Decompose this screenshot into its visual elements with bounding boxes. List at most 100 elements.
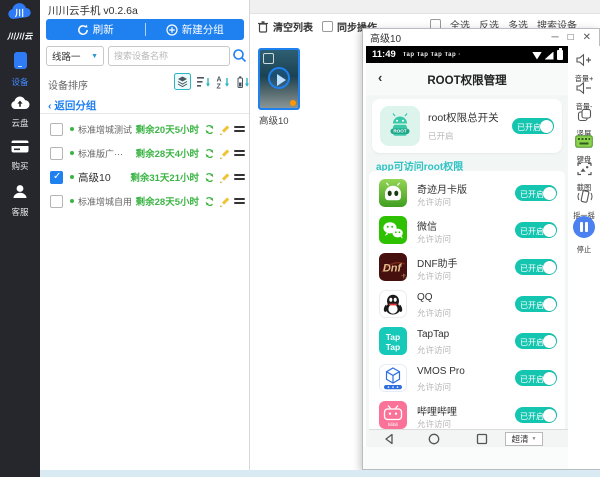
device-row[interactable]: 标准增城自用 剩余28天5小时 — [40, 189, 249, 213]
maximize-button[interactable]: □ — [568, 33, 574, 43]
app-row[interactable]: 微信 允许访问 已开启 — [369, 212, 565, 249]
app-toggle-on[interactable]: 已开启 — [515, 259, 557, 275]
phone-screen[interactable]: 11:49 Tap Tap Tap Tap · ‹ ROOT权限管理 — [366, 46, 568, 447]
volume-down-icon — [576, 81, 593, 95]
thumbnail-checkbox[interactable] — [263, 53, 274, 64]
refresh-button[interactable]: 刷新 — [46, 19, 145, 40]
tool-volume-up[interactable]: 音量+ — [568, 53, 600, 84]
app-toggle-on[interactable]: 已开启 — [515, 222, 557, 238]
app-permission-state: 允许访问 — [417, 233, 451, 245]
device-icon — [14, 52, 27, 69]
top-strip — [250, 0, 600, 14]
android-status-bar: 11:49 Tap Tap Tap Tap · — [366, 46, 568, 63]
battery-sort-icon[interactable] — [236, 75, 251, 89]
edit-pencil-icon[interactable] — [219, 148, 230, 159]
line-select[interactable]: 线路一 ▼ — [46, 46, 104, 66]
root-robot-icon: ROOT — [380, 106, 420, 146]
clear-list-button[interactable]: 清空列表 — [257, 19, 313, 34]
main-sidebar: 川 川川云 设备 云盘 购买 客服 — [0, 0, 40, 477]
status-dot-icon — [290, 100, 296, 106]
menu-icon[interactable] — [234, 172, 245, 182]
edit-pencil-icon[interactable] — [219, 124, 230, 135]
device-checkbox-checked[interactable] — [50, 171, 63, 184]
app-row[interactable]: VMOS Pro 允许访问 已开启 — [369, 360, 565, 397]
app-row[interactable]: TapTap TapTap 允许访问 已开启 — [369, 323, 565, 360]
chevron-down-icon: ▼ — [91, 53, 98, 60]
sidebar-item-cloud-disk[interactable]: 云盘 — [0, 96, 40, 129]
sort-icon-group: AZ — [174, 73, 251, 90]
app-row[interactable]: Dnf卡 DNF助手 允许访问 已开启 — [369, 249, 565, 286]
renew-icon[interactable] — [204, 148, 215, 159]
new-group-button[interactable]: 新建分组 — [146, 19, 245, 40]
device-row[interactable]: 标准增城测试 剩余20天5小时 — [40, 117, 249, 141]
play-icon[interactable] — [268, 67, 290, 89]
toggle-label: 已开启 — [520, 411, 544, 422]
renew-icon[interactable] — [204, 172, 215, 183]
svg-text:川: 川 — [14, 8, 24, 18]
sync-checkbox[interactable] — [322, 21, 333, 32]
layer-sort-icon[interactable] — [174, 73, 191, 90]
phone-tool-rail: 音量+ 音量- 竖屏 键盘 截图 摇一摇 — [568, 46, 600, 469]
sidebar-item-support[interactable]: 客服 — [0, 184, 40, 218]
tool-keyboard[interactable]: 键盘 — [568, 135, 600, 165]
sidebar-item-label: 云盘 — [0, 117, 40, 129]
back-to-groups-link[interactable]: ‹ 返回分组 — [48, 98, 96, 113]
device-row-selected[interactable]: 高级10 剩余31天21小时 — [40, 165, 249, 189]
device-remaining: 剩余28天5小时 — [136, 194, 199, 208]
stop-pause-icon[interactable] — [573, 216, 595, 238]
online-dot-icon — [70, 127, 74, 131]
toggle-knob — [543, 372, 556, 385]
divider — [40, 113, 249, 114]
quality-select[interactable]: 超清▼ — [505, 432, 543, 446]
app-row[interactable]: bilibili 哔哩哔哩 允许访问 已开启 — [369, 397, 565, 429]
nav-home-icon[interactable] — [428, 433, 440, 445]
minimize-button[interactable]: ─ — [551, 33, 558, 43]
phone-window-titlebar[interactable]: 高级10 ─ □ ✕ — [363, 29, 599, 46]
renew-icon[interactable] — [204, 196, 215, 207]
app-toggle-on[interactable]: 已开启 — [515, 296, 557, 312]
sidebar-item-devices[interactable]: 设备 — [0, 52, 40, 88]
toggle-label: 已开启 — [517, 122, 541, 133]
alpha-sort-icon[interactable]: AZ — [216, 75, 231, 89]
clock: 11:49 — [372, 49, 396, 60]
keyboard-icon — [575, 135, 593, 148]
app-toggle-on[interactable]: 已开启 — [515, 333, 557, 349]
renew-icon[interactable] — [204, 124, 215, 135]
rotate-screen-icon — [577, 108, 592, 122]
list-sort-icon[interactable] — [196, 75, 211, 89]
logo-text: 川川云 — [7, 32, 33, 41]
edit-pencil-icon[interactable] — [219, 172, 230, 183]
device-checkbox[interactable] — [50, 123, 63, 136]
sidebar-item-buy[interactable]: 购买 — [0, 140, 40, 172]
nav-recents-icon[interactable] — [476, 433, 488, 445]
nav-back-icon[interactable] — [383, 433, 395, 445]
master-toggle-on[interactable]: 已开启 — [512, 118, 554, 134]
app-row[interactable]: 奇迹月卡版 允许访问 已开启 — [369, 175, 565, 212]
svg-text:ROOT: ROOT — [393, 129, 406, 134]
refresh-label: 刷新 — [93, 22, 114, 37]
edit-pencil-icon[interactable] — [219, 196, 230, 207]
search-icon[interactable] — [232, 48, 247, 63]
trash-icon — [257, 20, 269, 33]
device-row[interactable]: 标准版广··· 剩余28天4小时 — [40, 141, 249, 165]
app-row[interactable]: QQ 允许访问 已开启 — [369, 286, 565, 323]
refresh-icon — [77, 24, 89, 36]
sidebar-item-label: 购买 — [0, 160, 40, 172]
device-checkbox[interactable] — [50, 147, 63, 160]
menu-icon[interactable] — [234, 124, 245, 134]
app-toggle-on[interactable]: 已开启 — [515, 370, 557, 386]
app-toggle-on[interactable]: 已开启 — [515, 185, 557, 201]
menu-icon[interactable] — [234, 196, 245, 206]
device-checkbox[interactable] — [50, 195, 63, 208]
page-title: ROOT权限管理 — [366, 72, 568, 88]
close-button[interactable]: ✕ — [583, 33, 591, 43]
search-input[interactable] — [108, 46, 230, 66]
device-thumbnail[interactable] — [258, 48, 300, 110]
sidebar-item-label: 客服 — [0, 206, 40, 218]
menu-icon[interactable] — [234, 148, 245, 158]
device-name: 高级10 — [78, 170, 111, 185]
notification-icons: Tap Tap Tap Tap · — [403, 52, 461, 58]
tool-stop[interactable]: 停止 — [568, 216, 600, 255]
app-toggle-on[interactable]: 已开启 — [515, 407, 557, 423]
online-dot-icon — [70, 199, 74, 203]
